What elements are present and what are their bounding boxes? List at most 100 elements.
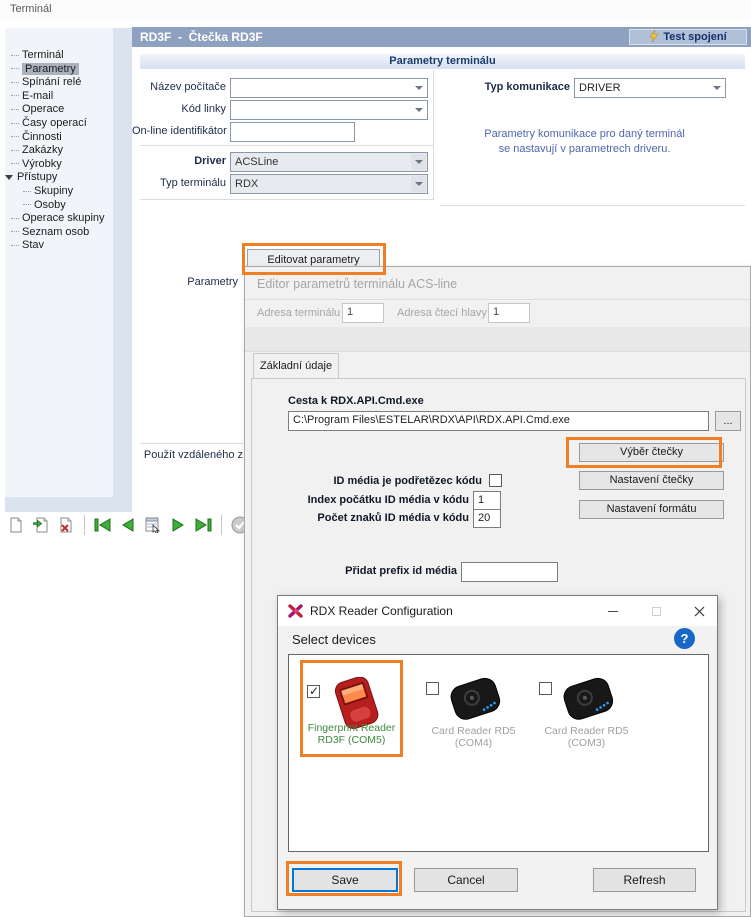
tree-guide <box>11 163 19 164</box>
tree-guide <box>11 82 19 83</box>
cancel-button[interactable]: Cancel <box>414 868 518 892</box>
device-checkbox-checked[interactable] <box>307 685 320 698</box>
app-window: Terminál Terminál Parametry Spínání relé… <box>0 0 751 917</box>
menu-terminal[interactable]: Terminál <box>10 3 52 15</box>
terminal-address-input[interactable]: 1 <box>342 303 384 323</box>
device-card-reader-rd5-com3[interactable]: Card Reader RD5 (COM3) <box>535 660 638 757</box>
dialog-titlebar[interactable]: RDX Reader Configuration <box>278 596 717 626</box>
separator <box>140 199 433 200</box>
sidebar-item-seznam-osob[interactable]: Seznam osob <box>5 226 113 240</box>
chevron-down-icon[interactable] <box>411 102 426 118</box>
sidebar-splitter[interactable] <box>113 28 132 512</box>
separator <box>440 205 745 206</box>
toolbar-separator <box>84 515 85 535</box>
chevron-down-icon[interactable] <box>709 80 724 96</box>
chevron-down-icon[interactable] <box>5 175 13 180</box>
path-label: Cesta k RDX.API.Cmd.exe <box>288 395 424 407</box>
device-checkbox[interactable] <box>539 682 552 695</box>
parameters-label: Parametry <box>152 276 238 288</box>
tree-guide <box>11 123 19 124</box>
sidebar-item-operace-skupiny[interactable]: Operace skupiny <box>5 212 113 226</box>
open-record-icon[interactable] <box>31 515 51 535</box>
test-connection-button[interactable]: Test spojení <box>629 29 747 45</box>
media-prefix-label: Přidat prefix id média <box>288 565 457 577</box>
tree-guide <box>11 68 19 69</box>
rdx-reader-configuration-dialog: RDX Reader Configuration Select devices … <box>277 595 718 910</box>
media-prefix-input[interactable] <box>461 562 558 582</box>
sidebar-item-parametry[interactable]: Parametry <box>5 63 113 77</box>
head-address-label: Adresa čtecí hlavy <box>397 307 487 319</box>
tree-guide <box>11 136 19 137</box>
terminal-type-combobox[interactable]: RDX <box>230 174 428 194</box>
sidebar-item-stav[interactable]: Stav <box>5 239 113 253</box>
device-checkbox[interactable] <box>426 682 439 695</box>
close-icon[interactable] <box>682 596 716 626</box>
separator <box>433 70 434 200</box>
sidebar-item-operace[interactable]: Operace <box>5 103 113 117</box>
chevron-down-icon[interactable] <box>411 80 426 96</box>
media-substring-checkbox[interactable] <box>489 474 502 487</box>
tree-guide <box>23 191 31 192</box>
sidebar-item-skupiny[interactable]: Skupiny <box>5 185 113 199</box>
minimize-icon[interactable] <box>596 596 630 626</box>
browse-records-icon[interactable] <box>143 515 163 535</box>
driver-combobox[interactable]: ACSLine <box>230 152 428 172</box>
next-record-icon[interactable] <box>168 515 188 535</box>
device-fingerprint-reader-rd3f[interactable]: Fingerprint Reader RD3F (COM5) <box>300 660 403 757</box>
device-label: Card Reader RD5 (COM3) <box>535 725 638 749</box>
tab-zakladni-udaje[interactable]: Základní údaje <box>253 353 339 379</box>
separator <box>245 351 750 352</box>
sidebar-item-osoby[interactable]: Osoby <box>5 199 113 213</box>
sidebar-item-zakazky[interactable]: Zakázky <box>5 144 113 158</box>
tree-guide <box>11 55 19 56</box>
format-settings-button[interactable]: Nastavení formátu <box>579 500 724 519</box>
sidebar-item-pristupy[interactable]: Přístupy <box>5 171 113 185</box>
computer-name-label: Název počítače <box>132 81 226 93</box>
line-code-label: Kód linky <box>132 103 226 115</box>
computer-name-combobox[interactable] <box>230 78 428 98</box>
media-length-input[interactable]: 20 <box>473 509 501 528</box>
maximize-icon[interactable] <box>639 596 673 626</box>
device-listbox[interactable]: Fingerprint Reader RD3F (COM5) Card Read… <box>288 654 709 852</box>
reader-settings-button[interactable]: Nastavení čtečky <box>579 471 724 490</box>
new-record-icon[interactable] <box>6 515 26 535</box>
tree-guide <box>11 109 19 110</box>
card-reader-image <box>439 674 511 728</box>
chevron-down-icon[interactable] <box>411 176 426 192</box>
prior-record-icon[interactable] <box>118 515 138 535</box>
separator <box>140 443 243 444</box>
online-id-input[interactable] <box>230 122 355 142</box>
save-button[interactable]: Save <box>292 868 398 892</box>
help-icon[interactable]: ? <box>674 628 695 649</box>
use-remote-label: Použít vzdáleného z <box>132 449 243 461</box>
dialog-band <box>245 327 750 351</box>
device-card-reader-rd5-com4[interactable]: Card Reader RD5 (COM4) <box>422 660 525 757</box>
separator <box>245 299 750 300</box>
media-index-input[interactable]: 1 <box>473 491 501 510</box>
sidebar-item-spinani-rele[interactable]: Spínání relé <box>5 76 113 90</box>
sidebar-item-e-mail[interactable]: E-mail <box>5 90 113 104</box>
media-substring-label: ID média je podřetězec kódu <box>282 475 482 487</box>
refresh-button[interactable]: Refresh <box>593 868 696 892</box>
tree-guide <box>11 150 19 151</box>
group-header-parametry-terminalu: Parametry terminálu <box>140 53 745 69</box>
head-address-input[interactable]: 1 <box>488 303 530 323</box>
last-record-icon[interactable] <box>193 515 213 535</box>
chevron-down-icon[interactable] <box>411 154 426 170</box>
terminal-address-label: Adresa terminálu <box>257 307 340 319</box>
comm-type-combobox[interactable]: DRIVER <box>574 78 726 98</box>
sidebar-item-terminal[interactable]: Terminál <box>5 49 113 63</box>
line-code-combobox[interactable] <box>230 100 428 120</box>
sidebar-item-vyrobky[interactable]: Výrobky <box>5 158 113 172</box>
online-id-label: On-line identifikátor <box>132 125 226 137</box>
sidebar-item-casy-operaci[interactable]: Časy operací <box>5 117 113 131</box>
driver-label: Driver <box>132 155 226 167</box>
card-reader-image <box>552 674 624 728</box>
delete-record-icon[interactable] <box>56 515 76 535</box>
first-record-icon[interactable] <box>93 515 113 535</box>
browse-button[interactable]: ... <box>715 411 741 431</box>
select-devices-label: Select devices <box>292 632 376 647</box>
sidebar-item-cinnosti[interactable]: Činnosti <box>5 131 113 145</box>
path-input[interactable]: C:\Program Files\ESTELAR\RDX\API\RDX.API… <box>288 411 709 431</box>
reader-select-button[interactable]: Výběr čtečky <box>579 443 724 462</box>
